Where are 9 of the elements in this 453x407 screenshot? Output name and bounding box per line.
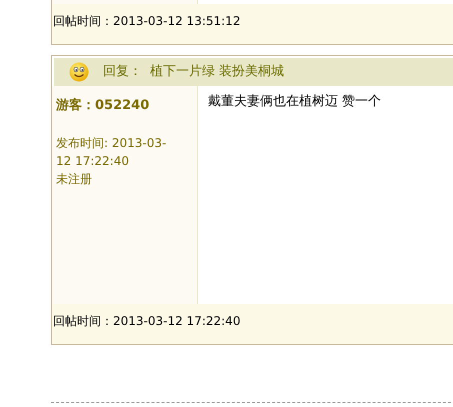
- publish-time: 发布时间: 2013-03-12 17:22:40: [56, 134, 168, 170]
- post-title: 植下一片绿 装扮美桐城: [150, 63, 284, 82]
- reply-time: 回帖时间：2013-03-12 13:51:12: [53, 14, 240, 28]
- registration-status: 未注册: [56, 170, 93, 188]
- reply-time: 回帖时间：2013-03-12 17:22:40: [53, 314, 240, 328]
- smiley-icon: [69, 62, 89, 82]
- message-text: 戴董夫妻俩也在植树迈 赞一个: [208, 94, 382, 109]
- reply-label: 回复：: [103, 63, 142, 82]
- author-name: 游客：052240: [56, 96, 150, 115]
